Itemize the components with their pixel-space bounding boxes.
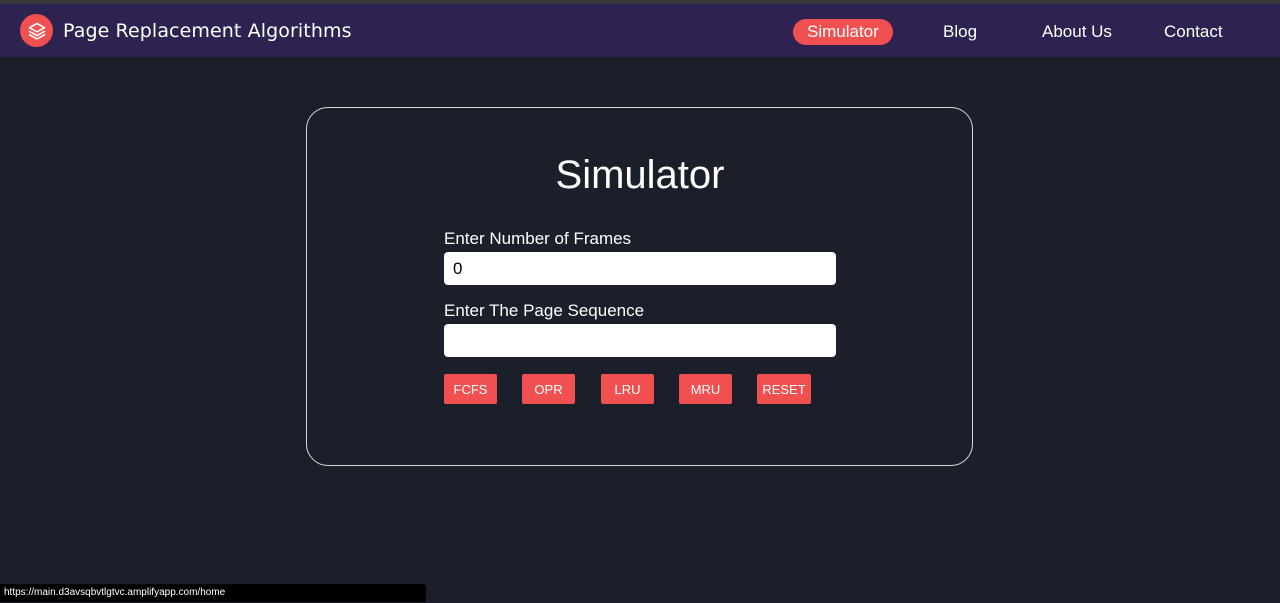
status-bar-url: https://main.d3avsqbvtlgtvc.amplifyapp.c… [0, 584, 426, 602]
opr-button[interactable]: OPR [522, 374, 575, 404]
nav-blog[interactable]: Blog [943, 19, 977, 45]
nav-contact[interactable]: Contact [1164, 19, 1223, 45]
page-title: Simulator [555, 153, 725, 197]
frames-input[interactable] [444, 252, 836, 285]
layers-icon[interactable] [20, 14, 53, 47]
brand-title[interactable]: Page Replacement Algorithms [63, 20, 352, 42]
navbar: Page Replacement Algorithms Simulator Bl… [0, 4, 1280, 57]
mru-button[interactable]: MRU [679, 374, 732, 404]
frames-label: Enter Number of Frames [444, 229, 632, 248]
lru-button[interactable]: LRU [601, 374, 654, 404]
sequence-label: Enter The Page Sequence [444, 301, 645, 320]
reset-button[interactable]: RESET [757, 374, 811, 404]
nav-about-us[interactable]: About Us [1042, 19, 1112, 45]
nav-simulator[interactable]: Simulator [793, 19, 893, 45]
fcfs-button[interactable]: FCFS [444, 374, 497, 404]
sequence-input[interactable] [444, 324, 836, 357]
